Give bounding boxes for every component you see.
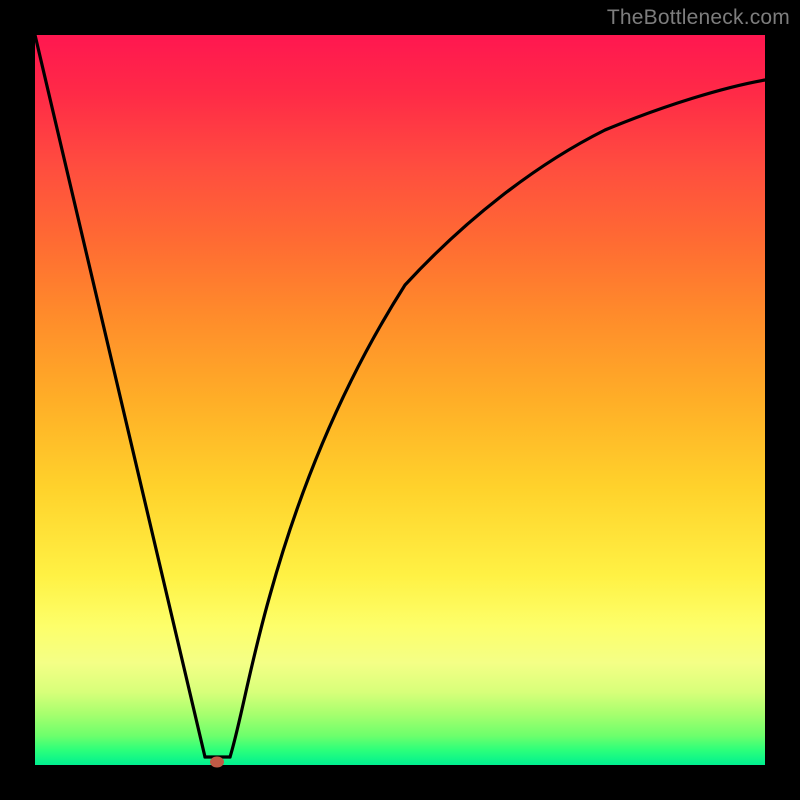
plot-area — [35, 35, 765, 765]
bottleneck-curve — [35, 35, 765, 765]
curve-left-segment — [35, 35, 205, 757]
watermark-text: TheBottleneck.com — [607, 6, 790, 30]
chart-frame: TheBottleneck.com — [0, 0, 800, 800]
curve-right-segment — [230, 80, 765, 757]
optimal-point-marker — [210, 757, 224, 768]
